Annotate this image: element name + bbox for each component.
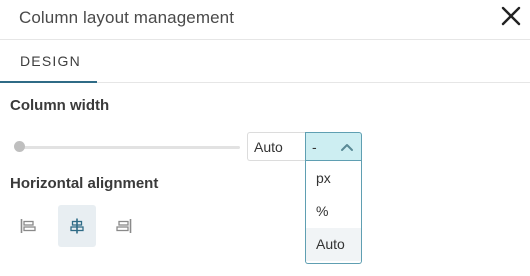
column-width-slider[interactable] — [14, 140, 240, 154]
unit-select-value: - — [312, 139, 317, 155]
align-left-icon — [20, 219, 36, 233]
align-right-icon — [116, 219, 132, 233]
unit-option-percent[interactable]: % — [306, 195, 361, 228]
align-right-button[interactable] — [105, 205, 143, 247]
tab-bar: DESIGN — [0, 41, 530, 83]
unit-dropdown: px % Auto — [305, 161, 362, 264]
unit-option-auto[interactable]: Auto — [306, 228, 361, 261]
dialog-header: Column layout management — [0, 0, 530, 40]
align-center-icon — [70, 218, 84, 234]
close-icon[interactable] — [499, 4, 523, 28]
align-center-button[interactable] — [58, 205, 96, 247]
unit-select[interactable]: - — [305, 132, 362, 161]
slider-thumb[interactable] — [14, 141, 25, 152]
dialog-title: Column layout management — [19, 8, 235, 27]
align-left-button[interactable] — [9, 205, 47, 247]
slider-track — [18, 146, 240, 149]
tab-design[interactable]: DESIGN — [0, 41, 97, 83]
unit-option-px[interactable]: px — [306, 162, 361, 195]
column-width-input[interactable] — [247, 132, 305, 161]
chevron-up-icon — [341, 144, 353, 151]
tab-design-label: DESIGN — [20, 53, 81, 69]
horizontal-alignment-label: Horizontal alignment — [10, 175, 159, 192]
column-width-label: Column width — [10, 97, 110, 114]
